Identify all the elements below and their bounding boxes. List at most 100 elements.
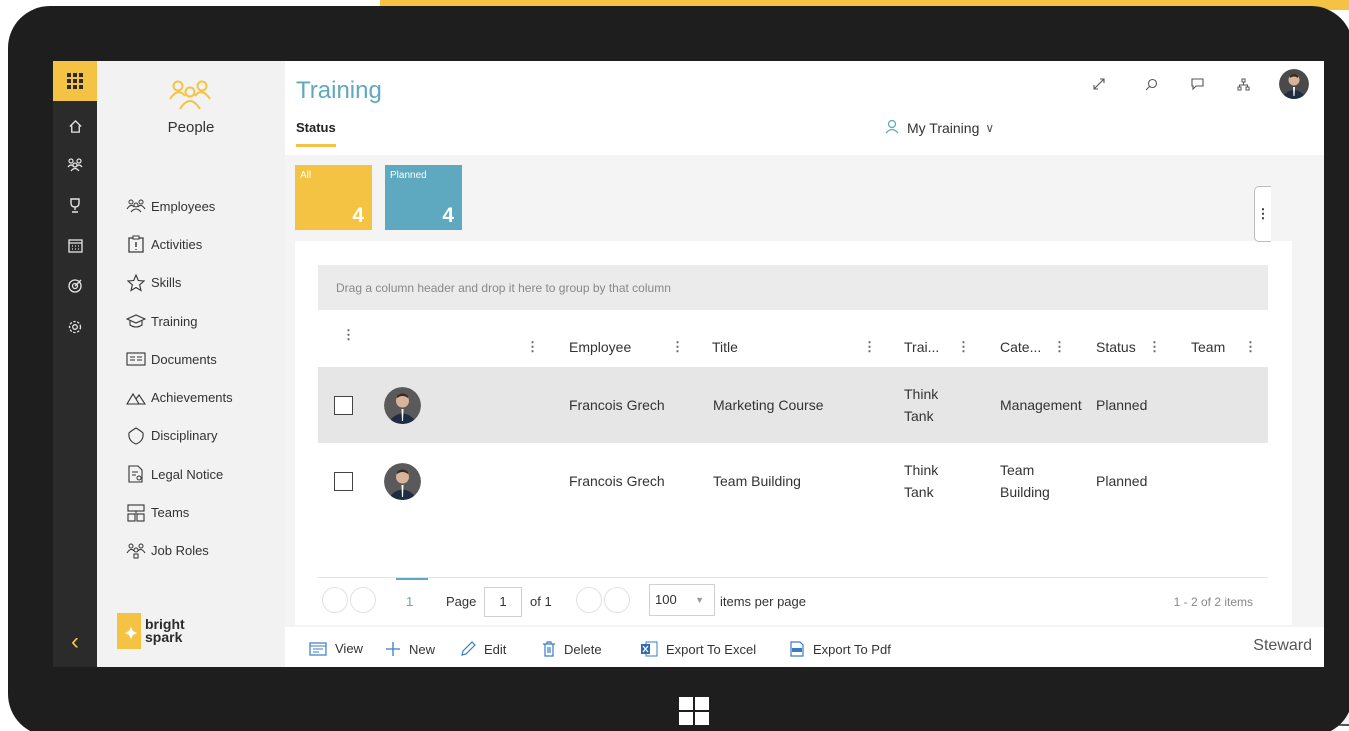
- nav-item-disciplinary[interactable]: Disciplinary: [125, 417, 233, 455]
- star-icon: [125, 273, 147, 292]
- user-role-label: Steward: [1253, 637, 1312, 654]
- expand-icon[interactable]: [1081, 69, 1117, 99]
- pager-summary: 1 - 2 of 2 items: [1173, 595, 1253, 609]
- user-avatar[interactable]: [1279, 69, 1309, 99]
- collapse-rail-button[interactable]: ‹: [53, 617, 97, 667]
- trophy-icon[interactable]: [53, 190, 97, 220]
- side-panel-handle[interactable]: ⋮: [1254, 186, 1271, 242]
- windows-logo-icon[interactable]: [679, 697, 709, 725]
- cell-status: Planned: [1096, 473, 1148, 489]
- cell-trainer: Think Tank: [904, 386, 939, 424]
- clipboard-icon: [125, 235, 147, 254]
- chevron-down-icon: ∨: [985, 121, 995, 135]
- table-row[interactable]: Francois Grech Team Building Think Tank T…: [318, 443, 1268, 519]
- view-icon: [309, 641, 327, 656]
- new-button[interactable]: New: [385, 641, 435, 657]
- column-header-employee[interactable]: Employee: [569, 339, 631, 355]
- nav-item-documents[interactable]: Documents: [125, 340, 233, 378]
- nav-item-training[interactable]: Training: [125, 302, 233, 340]
- apps-grid-icon[interactable]: [53, 61, 97, 101]
- nav-item-activities[interactable]: Activities: [125, 225, 233, 263]
- calendar-icon[interactable]: [53, 230, 97, 260]
- column-header-category[interactable]: Cate...: [1000, 339, 1041, 355]
- search-icon[interactable]: [1133, 69, 1169, 99]
- tile-planned[interactable]: Planned 4: [385, 165, 462, 230]
- tile-label: Planned: [390, 170, 427, 181]
- delete-button[interactable]: Delete: [542, 641, 602, 657]
- target-icon[interactable]: [53, 270, 97, 300]
- column-header-team[interactable]: Team: [1191, 339, 1225, 355]
- page-header: Training Status My Training ∨: [285, 61, 1324, 155]
- nav-item-skills[interactable]: Skills: [125, 264, 233, 302]
- column-header-title[interactable]: Title: [712, 339, 738, 355]
- tile-all[interactable]: All 4: [295, 165, 372, 230]
- settings-icon[interactable]: [53, 312, 97, 342]
- cell-title: Marketing Course: [713, 397, 824, 413]
- scope-dropdown[interactable]: My Training ∨: [885, 119, 994, 137]
- table-header: ⋮ ⋮ Employee ⋮ Title ⋮ Trai... ⋮ Cate...…: [318, 321, 1268, 367]
- column-menu-icon[interactable]: ⋮: [1244, 339, 1257, 355]
- nav-item-teams[interactable]: Teams: [125, 493, 233, 531]
- tab-status[interactable]: Status: [296, 120, 336, 135]
- nav-item-label: Achievements: [151, 390, 233, 406]
- page-size-select[interactable]: 100 ▼: [649, 584, 715, 616]
- column-header-status[interactable]: Status: [1096, 339, 1136, 355]
- page-title: Training: [296, 77, 382, 104]
- nav-list: Employees Activities Skills Training Doc…: [125, 187, 233, 570]
- column-menu-icon[interactable]: ⋮: [671, 339, 684, 355]
- nav-item-label: Teams: [151, 505, 190, 521]
- group-drop-zone[interactable]: Drag a column header and drop it here to…: [318, 265, 1268, 310]
- next-page-button[interactable]: [576, 587, 602, 613]
- training-grid: Drag a column header and drop it here to…: [295, 241, 1292, 625]
- page-input[interactable]: 1: [484, 587, 522, 617]
- home-icon[interactable]: [53, 111, 97, 141]
- column-header-trainer[interactable]: Trai...: [904, 339, 939, 355]
- prev-page-button[interactable]: [350, 587, 376, 613]
- excel-icon: [640, 641, 658, 657]
- view-button[interactable]: View: [309, 641, 363, 656]
- table-row[interactable]: Francois Grech Marketing Course Think Tan…: [318, 367, 1268, 443]
- app-screen: ‹ People Employees Activities Skills Tra…: [53, 61, 1324, 667]
- people-icon[interactable]: [53, 150, 97, 180]
- tile-label: All: [300, 170, 312, 181]
- legal-doc-icon: [125, 465, 147, 483]
- person-icon: [885, 119, 899, 137]
- cell-employee: Francois Grech: [569, 473, 665, 489]
- employee-avatar: [384, 463, 421, 500]
- nav-item-label: Employees: [151, 198, 216, 214]
- people-module-icon: [169, 79, 211, 116]
- brand-logo: bright spark: [117, 613, 185, 649]
- column-menu-icon[interactable]: ⋮: [342, 327, 355, 343]
- cell-category: Management: [1000, 397, 1082, 413]
- column-menu-icon[interactable]: ⋮: [526, 339, 539, 355]
- chat-icon[interactable]: [1179, 69, 1215, 99]
- stage: ‹ People Employees Activities Skills Tra…: [0, 0, 1349, 731]
- last-page-button[interactable]: [604, 587, 630, 613]
- export-pdf-button[interactable]: Export To Pdf: [789, 641, 891, 657]
- active-tab-indicator: [296, 144, 336, 147]
- first-page-button[interactable]: [322, 587, 348, 613]
- row-checkbox[interactable]: [334, 472, 353, 491]
- per-page-label: items per page: [720, 594, 806, 609]
- row-checkbox[interactable]: [334, 396, 353, 415]
- org-icon[interactable]: [1225, 69, 1261, 99]
- nav-item-job-roles[interactable]: Job Roles: [125, 532, 233, 570]
- back-chevron-icon: ‹: [71, 628, 79, 655]
- edit-button[interactable]: Edit: [460, 641, 506, 657]
- export-excel-button[interactable]: Export To Excel: [640, 641, 756, 657]
- column-menu-icon[interactable]: ⋮: [1148, 339, 1161, 355]
- cell-status: Planned: [1096, 397, 1148, 413]
- nav-item-achievements[interactable]: Achievements: [125, 378, 233, 416]
- nav-item-label: Disciplinary: [151, 428, 218, 444]
- column-menu-icon[interactable]: ⋮: [957, 339, 970, 355]
- plus-icon: [385, 641, 401, 657]
- nav-item-legal-notice[interactable]: Legal Notice: [125, 455, 233, 493]
- main-content: Training Status My Training ∨ All 4 Plan…: [285, 61, 1324, 667]
- tile-count: 4: [442, 204, 454, 227]
- column-menu-icon[interactable]: ⋮: [863, 339, 876, 355]
- module-nav: People Employees Activities Skills Train…: [97, 61, 285, 667]
- nav-item-employees[interactable]: Employees: [125, 187, 233, 225]
- current-page[interactable]: 1: [406, 594, 413, 609]
- column-menu-icon[interactable]: ⋮: [1053, 339, 1066, 355]
- caret-down-icon: ▼: [695, 595, 704, 605]
